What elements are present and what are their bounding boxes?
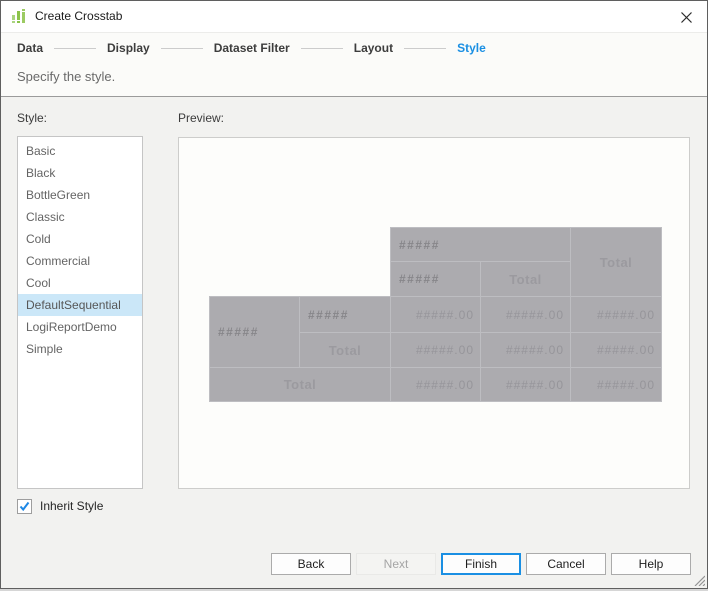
crosstab-value-cell: #####.00	[391, 297, 480, 332]
inherit-style-label: Inherit Style	[40, 499, 104, 513]
crosstab-value-cell: #####.00	[481, 368, 570, 401]
style-list-label: Style:	[17, 111, 48, 125]
crosstab-body: ##### ##### #####.00 #####.00 #####.00 T…	[209, 296, 662, 402]
step-data[interactable]: Data	[17, 41, 43, 55]
crosstab-value-cell: #####.00	[391, 368, 480, 401]
preview-area: ##### Total ##### Total ##### ##### ####…	[178, 137, 690, 489]
crosstab-col-subtotal: Total	[481, 262, 570, 296]
crosstab-colheader-sub: #####	[391, 262, 480, 296]
inherit-style-checkbox[interactable]: Inherit Style	[17, 498, 103, 514]
step-layout[interactable]: Layout	[354, 41, 393, 55]
step-display[interactable]: Display	[107, 41, 150, 55]
checkmark-icon	[19, 501, 30, 511]
close-button[interactable]	[673, 5, 699, 29]
step-dataset-filter[interactable]: Dataset Filter	[214, 41, 290, 55]
dialog-footer: Back Next Finish Cancel Help	[271, 553, 691, 575]
crosstab-row-subtotal: Total	[300, 333, 390, 367]
crosstab-row-grand-total: Total	[210, 368, 390, 401]
wizard-steps: Data Display Dataset Filter Layout Style	[17, 34, 486, 62]
dialog-button[interactable]: Back	[271, 553, 351, 575]
crosstab-preview: ##### Total ##### Total ##### ##### ####…	[209, 227, 662, 402]
crosstab-rowheader-group: #####	[210, 297, 299, 367]
style-list-item[interactable]: Basic	[18, 140, 142, 162]
crosstab-rowheader-sub: #####	[300, 297, 390, 332]
crosstab-value-cell: #####.00	[481, 333, 570, 367]
dialog-button[interactable]: Next	[356, 553, 436, 575]
crosstab-value-cell: #####.00	[571, 333, 661, 367]
dialog-button[interactable]: Finish	[441, 553, 521, 575]
style-list-item[interactable]: Classic	[18, 206, 142, 228]
resize-grip[interactable]	[692, 573, 706, 587]
step-description: Specify the style.	[17, 69, 116, 84]
dialog-button[interactable]: Help	[611, 553, 691, 575]
step-connector	[160, 47, 203, 49]
checkbox-box[interactable]	[17, 498, 32, 514]
title-bar: Create Crosstab	[1, 1, 707, 33]
crosstab-col-grand-total: Total	[571, 228, 661, 296]
crosstab-value-cell: #####.00	[571, 297, 661, 332]
step-connector	[300, 47, 343, 49]
preview-label: Preview:	[178, 111, 225, 125]
crosstab-column-headers: ##### Total ##### Total	[390, 227, 662, 297]
step-connector	[404, 47, 447, 49]
dialog-header-band: Create Crosstab Data Display Dataset Fil…	[1, 1, 707, 97]
style-list-item[interactable]: Commercial	[18, 250, 142, 272]
step-style[interactable]: Style	[457, 41, 486, 55]
crosstab-value-cell: #####.00	[481, 297, 570, 332]
style-list-item[interactable]: Cool	[18, 272, 142, 294]
crosstab-value-cell: #####.00	[391, 333, 480, 367]
style-list-item[interactable]: BottleGreen	[18, 184, 142, 206]
close-icon	[680, 11, 692, 23]
crosstab-value-cell: #####.00	[571, 368, 661, 401]
style-list-item[interactable]: Simple	[18, 338, 142, 360]
create-crosstab-dialog: Create Crosstab Data Display Dataset Fil…	[0, 0, 708, 589]
dialog-button[interactable]: Cancel	[526, 553, 606, 575]
crosstab-colheader-group: #####	[391, 228, 570, 261]
style-list-item[interactable]: Cold	[18, 228, 142, 250]
crosstab-app-icon	[11, 8, 27, 24]
style-listbox[interactable]: Basic Black BottleGreen Classic Cold Com…	[17, 136, 143, 489]
step-connector	[54, 47, 97, 49]
style-list-item[interactable]: Black	[18, 162, 142, 184]
style-list-item[interactable]: DefaultSequential	[18, 294, 142, 316]
resize-grip-icon	[694, 575, 706, 587]
style-list-item[interactable]: LogiReportDemo	[18, 316, 142, 338]
dialog-title: Create Crosstab	[35, 9, 123, 23]
